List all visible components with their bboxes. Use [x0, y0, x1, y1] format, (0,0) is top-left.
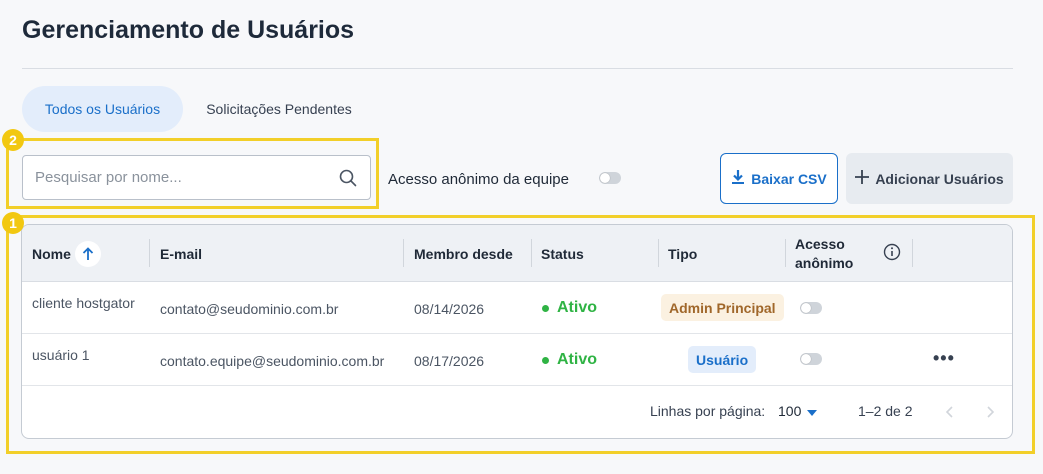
tab-pending-requests[interactable]: Solicitações Pendentes	[189, 86, 369, 132]
column-separator	[785, 239, 786, 267]
column-header-name[interactable]: Nome	[32, 225, 101, 282]
page-title: Gerenciamento de Usuários	[22, 16, 355, 44]
row-member-since: 08/14/2026	[414, 301, 485, 317]
table-row: cliente hostgator contato@seudominio.com…	[22, 282, 1012, 334]
column-separator	[403, 239, 404, 267]
status-label: Ativo	[557, 351, 597, 368]
caret-down-icon	[807, 403, 818, 419]
status-badge: Ativo	[542, 351, 597, 369]
download-icon	[731, 169, 745, 188]
rows-per-page-label: Linhas por página:	[650, 403, 766, 419]
tab-all-users[interactable]: Todos os Usuários	[22, 86, 183, 132]
search-icon[interactable]	[338, 168, 358, 188]
chevron-right-icon[interactable]	[983, 405, 997, 419]
row-name: cliente hostgator	[32, 295, 135, 311]
download-csv-label: Baixar CSV	[751, 170, 827, 187]
team-anonymous-toggle[interactable]	[599, 172, 621, 184]
column-separator	[912, 239, 913, 267]
rows-per-page-select[interactable]: 100	[778, 403, 818, 419]
column-header-anonymous-access[interactable]: Acesso anônimo	[795, 225, 853, 282]
status-dot	[542, 304, 549, 312]
row-anonymous-toggle[interactable]	[800, 302, 822, 314]
sort-ascending-icon[interactable]	[74, 240, 101, 267]
search-input[interactable]	[35, 169, 338, 186]
row-anonymous-toggle[interactable]	[800, 353, 822, 365]
column-header-email[interactable]: E-mail	[160, 225, 202, 282]
column-separator	[658, 239, 659, 267]
pagination-range: 1–2 de 2	[858, 403, 913, 419]
row-name: usuário 1	[32, 347, 90, 363]
column-separator	[531, 239, 532, 267]
chevron-left-icon[interactable]	[943, 405, 957, 419]
search-field[interactable]	[22, 155, 371, 200]
column-name-label: Nome	[32, 245, 71, 262]
anonymous-header-line2: anônimo	[795, 254, 854, 271]
row-email: contato@seudominio.com.br	[160, 301, 339, 317]
type-badge: Admin Principal	[661, 294, 784, 321]
status-label: Ativo	[557, 299, 597, 316]
rows-per-page-value: 100	[778, 403, 802, 419]
table-row: usuário 1 contato.equipe@seudominio.com.…	[22, 334, 1012, 386]
status-badge: Ativo	[542, 299, 597, 317]
row-member-since: 08/17/2026	[414, 353, 485, 369]
anonymous-header-line1: Acesso	[795, 235, 845, 252]
column-header-type[interactable]: Tipo	[668, 225, 697, 282]
column-separator	[149, 239, 150, 267]
download-csv-button[interactable]: Baixar CSV	[720, 153, 838, 204]
team-anonymous-label: Acesso anônimo da equipe	[388, 171, 569, 188]
title-divider	[22, 68, 1013, 69]
marker-one: 1	[2, 212, 24, 234]
more-options-icon[interactable]: •••	[933, 348, 955, 369]
table-header: Nome E-mail Membro desde Status Tipo Ace…	[22, 225, 1012, 282]
marker-two: 2	[2, 129, 24, 151]
add-users-label: Adicionar Usuários	[875, 170, 1004, 187]
users-table: Nome E-mail Membro desde Status Tipo Ace…	[21, 224, 1013, 439]
column-header-status[interactable]: Status	[541, 225, 584, 282]
row-email: contato.equipe@seudominio.com.br	[160, 353, 385, 369]
status-dot	[542, 356, 549, 364]
add-users-button[interactable]: Adicionar Usuários	[846, 153, 1013, 204]
plus-icon	[855, 170, 870, 187]
column-header-member-since[interactable]: Membro desde	[414, 225, 513, 282]
info-icon[interactable]	[883, 243, 901, 261]
type-badge: Usuário	[688, 346, 757, 373]
